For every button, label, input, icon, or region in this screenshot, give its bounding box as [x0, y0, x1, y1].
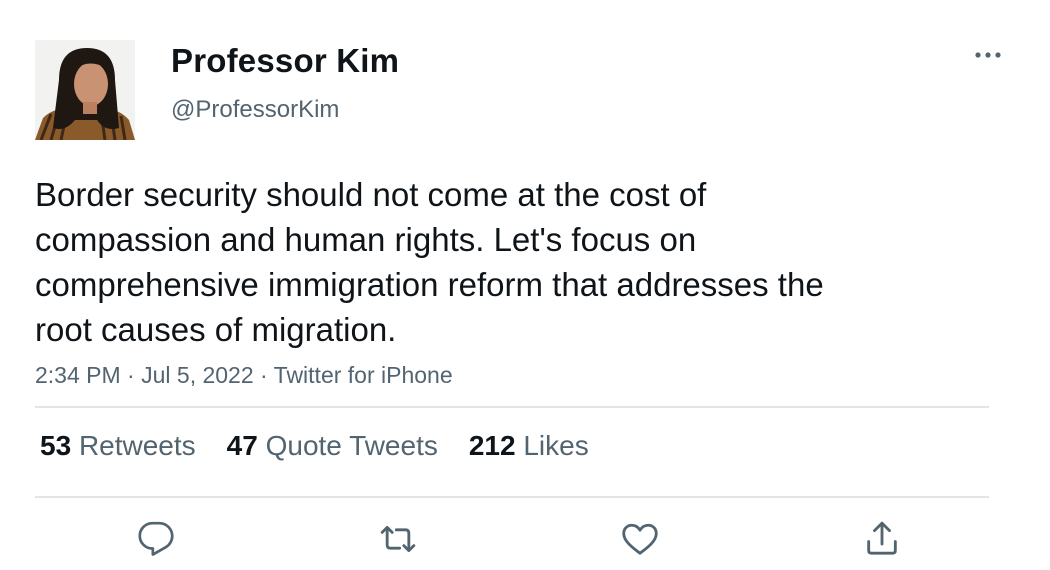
tweet-date[interactable]: Jul 5, 2022 — [141, 362, 254, 388]
like-button[interactable] — [618, 517, 662, 561]
tweet-source[interactable]: Twitter for iPhone — [274, 362, 453, 388]
retweet-button[interactable] — [376, 517, 420, 561]
retweets-count: 53 — [40, 430, 72, 461]
tweet-text-line: compassion and human rights. Let's focus… — [35, 221, 697, 258]
divider-top — [35, 406, 989, 408]
more-icon — [975, 52, 1001, 58]
tweet-text-line: root causes of migration. — [35, 311, 397, 348]
like-icon — [622, 523, 658, 555]
author-display-name[interactable]: Professor Kim — [171, 42, 399, 80]
retweets-stat[interactable]: 53 Retweets — [40, 430, 196, 462]
tweet-text-line: Border security should not come at the c… — [35, 176, 707, 213]
likes-label: Likes — [523, 430, 589, 461]
retweet-icon — [380, 525, 416, 553]
likes-count: 212 — [468, 430, 516, 461]
retweets-label: Retweets — [78, 430, 196, 461]
avatar-image — [35, 40, 135, 140]
tweet-text: Border security should not come at the c… — [35, 172, 935, 352]
quote-tweets-label: Quote Tweets — [265, 430, 438, 461]
tweet-text-line: comprehensive immigration reform that ad… — [35, 266, 824, 303]
avatar[interactable] — [35, 40, 135, 140]
meta-separator: · — [253, 362, 274, 388]
quote-tweets-count: 47 — [226, 430, 258, 461]
tweet-stats: 53 Retweets 47 Quote Tweets 212 Likes — [40, 430, 589, 462]
reply-icon — [138, 521, 174, 556]
share-button[interactable] — [860, 517, 904, 561]
divider-bottom — [35, 496, 989, 498]
tweet-meta: 2:34 PM · Jul 5, 2022 · Twitter for iPho… — [35, 362, 453, 389]
action-bar — [0, 517, 1050, 561]
share-icon — [867, 521, 897, 555]
author-handle[interactable]: @ProfessorKim — [171, 96, 339, 124]
likes-stat[interactable]: 212 Likes — [469, 430, 589, 462]
quote-tweets-stat[interactable]: 47 Quote Tweets — [227, 430, 438, 462]
meta-separator: · — [120, 362, 142, 388]
more-options-button[interactable] — [970, 40, 1006, 70]
reply-button[interactable] — [134, 517, 178, 561]
tweet-time[interactable]: 2:34 PM — [35, 362, 121, 388]
